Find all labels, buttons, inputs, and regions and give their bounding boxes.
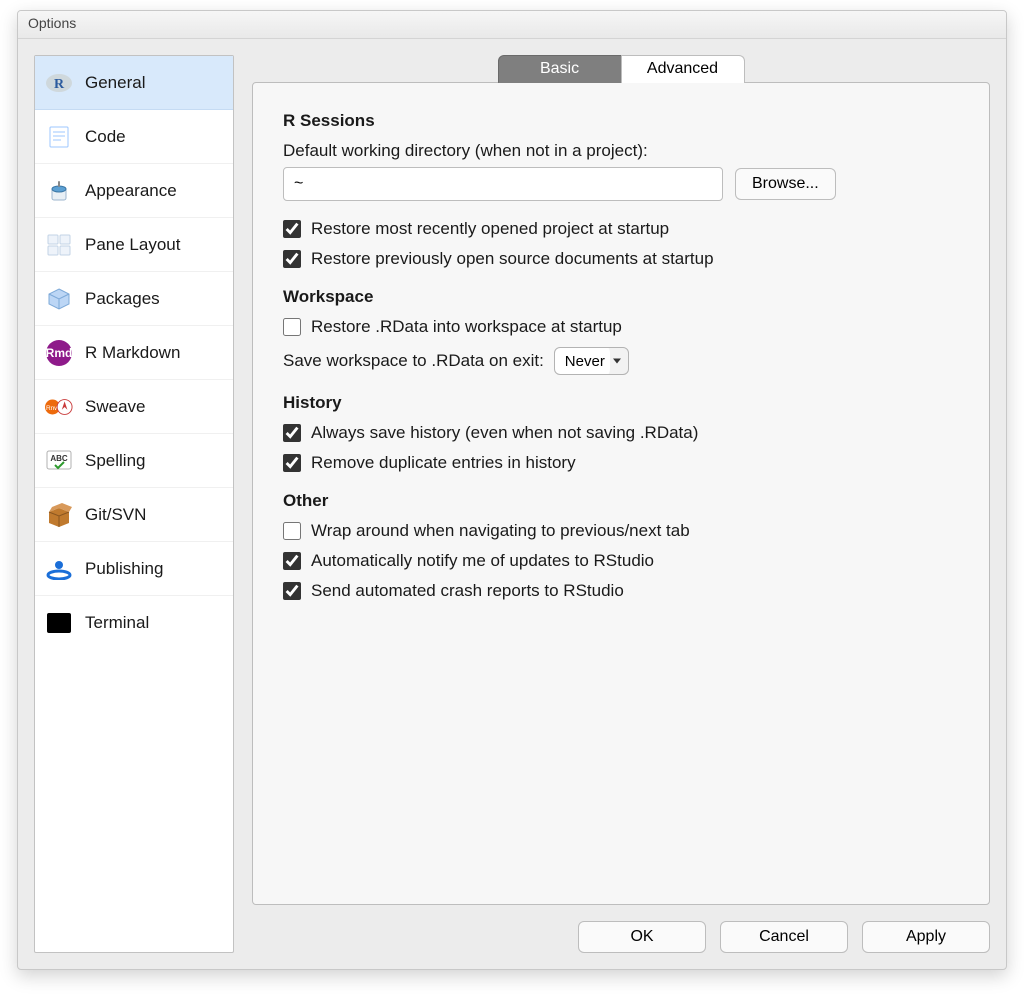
chk-wrap-tabs-label: Wrap around when navigating to previous/… [311, 521, 690, 541]
sidebar-item-general[interactable]: R General [35, 56, 233, 110]
header-workspace: Workspace [283, 287, 959, 307]
paint-bucket-icon [45, 177, 73, 205]
box-icon [45, 501, 73, 529]
chk-restore-rdata[interactable] [283, 318, 301, 336]
sidebar-item-label: R Markdown [85, 343, 180, 363]
sidebar-item-label: Spelling [85, 451, 146, 471]
svg-text:ABC: ABC [50, 454, 68, 463]
browse-button[interactable]: Browse... [735, 168, 836, 200]
sweave-icon: Rnw [45, 393, 73, 421]
chk-notify-updates[interactable] [283, 552, 301, 570]
settings-panel: R Sessions Default working directory (wh… [252, 82, 990, 905]
sidebar-item-pane-layout[interactable]: Pane Layout [35, 218, 233, 272]
sidebar-item-label: Git/SVN [85, 505, 146, 525]
cube-icon [45, 285, 73, 313]
ok-button[interactable]: OK [578, 921, 706, 953]
sidebar-item-terminal[interactable]: Terminal [35, 596, 233, 650]
sidebar-item-publishing[interactable]: Publishing [35, 542, 233, 596]
chk-restore-rdata-label: Restore .RData into workspace at startup [311, 317, 622, 337]
sidebar-item-label: Appearance [85, 181, 177, 201]
sidebar-item-label: Packages [85, 289, 160, 309]
chk-crash-reports-label: Send automated crash reports to RStudio [311, 581, 624, 601]
label-save-rdata: Save workspace to .RData on exit: [283, 351, 544, 371]
sidebar-item-code[interactable]: Code [35, 110, 233, 164]
input-working-dir[interactable] [283, 167, 723, 201]
sidebar-item-label: Publishing [85, 559, 163, 579]
sidebar-item-spelling[interactable]: ABC Spelling [35, 434, 233, 488]
chk-restore-project[interactable] [283, 220, 301, 238]
r-logo-icon: R [45, 69, 73, 97]
code-page-icon [45, 123, 73, 151]
rmd-badge-icon: Rmd [45, 339, 73, 367]
chk-always-save-history[interactable] [283, 424, 301, 442]
header-history: History [283, 393, 959, 413]
apply-button[interactable]: Apply [862, 921, 990, 953]
sidebar-item-label: General [85, 73, 145, 93]
sidebar-item-git-svn[interactable]: Git/SVN [35, 488, 233, 542]
sidebar-item-label: Sweave [85, 397, 145, 417]
tab-advanced[interactable]: Advanced [621, 55, 745, 83]
tab-basic[interactable]: Basic [498, 55, 622, 83]
publish-icon [45, 555, 73, 583]
chk-restore-docs[interactable] [283, 250, 301, 268]
options-window: Options R General Code Appearance [17, 10, 1007, 970]
sidebar-item-appearance[interactable]: Appearance [35, 164, 233, 218]
sidebar-item-sweave[interactable]: Rnw Sweave [35, 380, 233, 434]
sidebar: R General Code Appearance Pane [34, 55, 234, 953]
chk-restore-docs-label: Restore previously open source documents… [311, 249, 714, 269]
label-working-dir: Default working directory (when not in a… [283, 141, 959, 161]
panes-icon [45, 231, 73, 259]
chk-remove-dupes[interactable] [283, 454, 301, 472]
window-title: Options [28, 15, 76, 31]
header-r-sessions: R Sessions [283, 111, 959, 131]
chk-remove-dupes-label: Remove duplicate entries in history [311, 453, 576, 473]
window-titlebar: Options [18, 11, 1006, 39]
sidebar-item-label: Code [85, 127, 126, 147]
chk-wrap-tabs[interactable] [283, 522, 301, 540]
main-pane: Basic Advanced R Sessions Default workin… [252, 55, 990, 953]
tabs: Basic Advanced [498, 55, 745, 83]
window-content: R General Code Appearance Pane [18, 39, 1006, 969]
svg-text:R: R [54, 77, 65, 92]
sidebar-item-label: Terminal [85, 613, 149, 633]
chk-always-save-history-label: Always save history (even when not savin… [311, 423, 698, 443]
terminal-icon [45, 609, 73, 637]
spellcheck-icon: ABC [45, 447, 73, 475]
chk-crash-reports[interactable] [283, 582, 301, 600]
chk-notify-updates-label: Automatically notify me of updates to RS… [311, 551, 654, 571]
sidebar-item-packages[interactable]: Packages [35, 272, 233, 326]
sidebar-item-label: Pane Layout [85, 235, 180, 255]
dialog-buttons: OK Cancel Apply [252, 921, 990, 953]
chk-restore-project-label: Restore most recently opened project at … [311, 219, 669, 239]
header-other: Other [283, 491, 959, 511]
sidebar-item-rmarkdown[interactable]: Rmd R Markdown [35, 326, 233, 380]
select-save-rdata[interactable]: Never [554, 347, 629, 375]
cancel-button[interactable]: Cancel [720, 921, 848, 953]
